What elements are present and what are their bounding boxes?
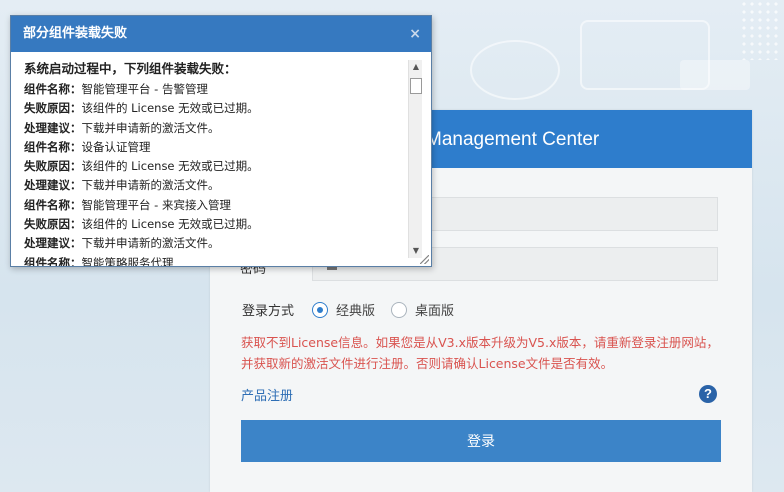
list-item: 处理建议：下载并申请新的激活文件。 [24, 119, 404, 138]
dialog-header: 部分组件装载失败 × [11, 16, 431, 52]
dialog-body[interactable]: 系统启动过程中，下列组件装载失败： 组件名称：智能管理平台 - 告警管理 失败原… [12, 52, 430, 266]
license-error-message: 获取不到License信息。如果您是从V3.x版本升级为V5.x版本，请重新登录… [241, 335, 719, 371]
scroll-thumb[interactable] [410, 78, 422, 94]
list-item: 失败原因：该组件的 License 无效或已过期。 [24, 215, 404, 234]
radio-classic-label: 经典版 [336, 304, 376, 319]
radio-selected-icon [312, 301, 329, 318]
login-title: Management Center [426, 129, 600, 150]
radio-unselected-icon [391, 301, 408, 318]
row-key: 组件名称： [24, 197, 82, 212]
login-mode-group: 登录方式 经典版 桌面版 [242, 300, 470, 319]
radio-desktop-label: 桌面版 [415, 304, 455, 319]
dialog-intro: 系统启动过程中，下列组件装载失败： [24, 61, 237, 76]
row-value: 智能管理平台 - 来宾接入管理 [81, 197, 231, 212]
background-decoration [680, 60, 750, 90]
product-register-link[interactable]: 产品注册 [241, 385, 293, 404]
row-value: 设备认证管理 [81, 139, 151, 154]
row-value: 智能管理平台 - 告警管理 [81, 82, 208, 96]
row-key: 失败原因： [24, 101, 82, 116]
scroll-up-icon[interactable]: ▲ [409, 60, 423, 74]
list-item: 组件名称：智能策略服务代理 [24, 254, 404, 266]
row-key: 处理建议： [24, 178, 82, 193]
dialog-scrollbar[interactable]: ▲ ▼ [408, 60, 422, 258]
dialog-title: 部分组件装载失败 [23, 26, 128, 41]
help-icon[interactable]: ? [699, 385, 717, 403]
login-mode-label: 登录方式 [242, 304, 295, 319]
row-value: 该组件的 License 无效或已过期。 [81, 101, 259, 116]
component-load-failure-dialog: 部分组件装载失败 × 系统启动过程中，下列组件装载失败： 组件名称：智能管理平台… [10, 15, 432, 267]
row-value: 智能策略服务代理 [81, 255, 174, 266]
resize-grip-icon[interactable] [420, 255, 429, 264]
dialog-content: 系统启动过程中，下列组件装载失败： 组件名称：智能管理平台 - 告警管理 失败原… [24, 60, 404, 266]
list-item: 组件名称：设备认证管理 [24, 138, 404, 157]
radio-classic[interactable]: 经典版 [312, 300, 375, 319]
list-item: 处理建议：下载并申请新的激活文件。 [24, 234, 404, 253]
list-item: 失败原因：该组件的 License 无效或已过期。 [24, 99, 404, 118]
row-value: 该组件的 License 无效或已过期。 [81, 217, 259, 232]
background-dots [740, 0, 780, 60]
row-key: 处理建议： [24, 120, 82, 135]
row-value: 下载并申请新的激活文件。 [81, 120, 220, 135]
row-key: 组件名称： [24, 255, 82, 266]
row-value: 下载并申请新的激活文件。 [81, 236, 220, 251]
row-key: 组件名称： [24, 82, 82, 96]
background-decoration [470, 40, 560, 100]
row-key: 失败原因： [24, 159, 82, 174]
row-key: 组件名称： [24, 139, 82, 154]
list-item: 组件名称：智能管理平台 - 来宾接入管理 [24, 196, 404, 215]
close-icon[interactable]: × [409, 16, 421, 52]
radio-desktop[interactable]: 桌面版 [391, 300, 454, 319]
row-value: 该组件的 License 无效或已过期。 [81, 159, 259, 174]
login-button[interactable]: 登录 [241, 420, 721, 462]
list-item: 组件名称：智能管理平台 - 告警管理 [24, 80, 404, 99]
row-key: 处理建议： [24, 236, 82, 251]
list-item: 失败原因：该组件的 License 无效或已过期。 [24, 157, 404, 176]
row-value: 下载并申请新的激活文件。 [81, 178, 220, 193]
list-item: 处理建议：下载并申请新的激活文件。 [24, 176, 404, 195]
row-key: 失败原因： [24, 217, 82, 232]
